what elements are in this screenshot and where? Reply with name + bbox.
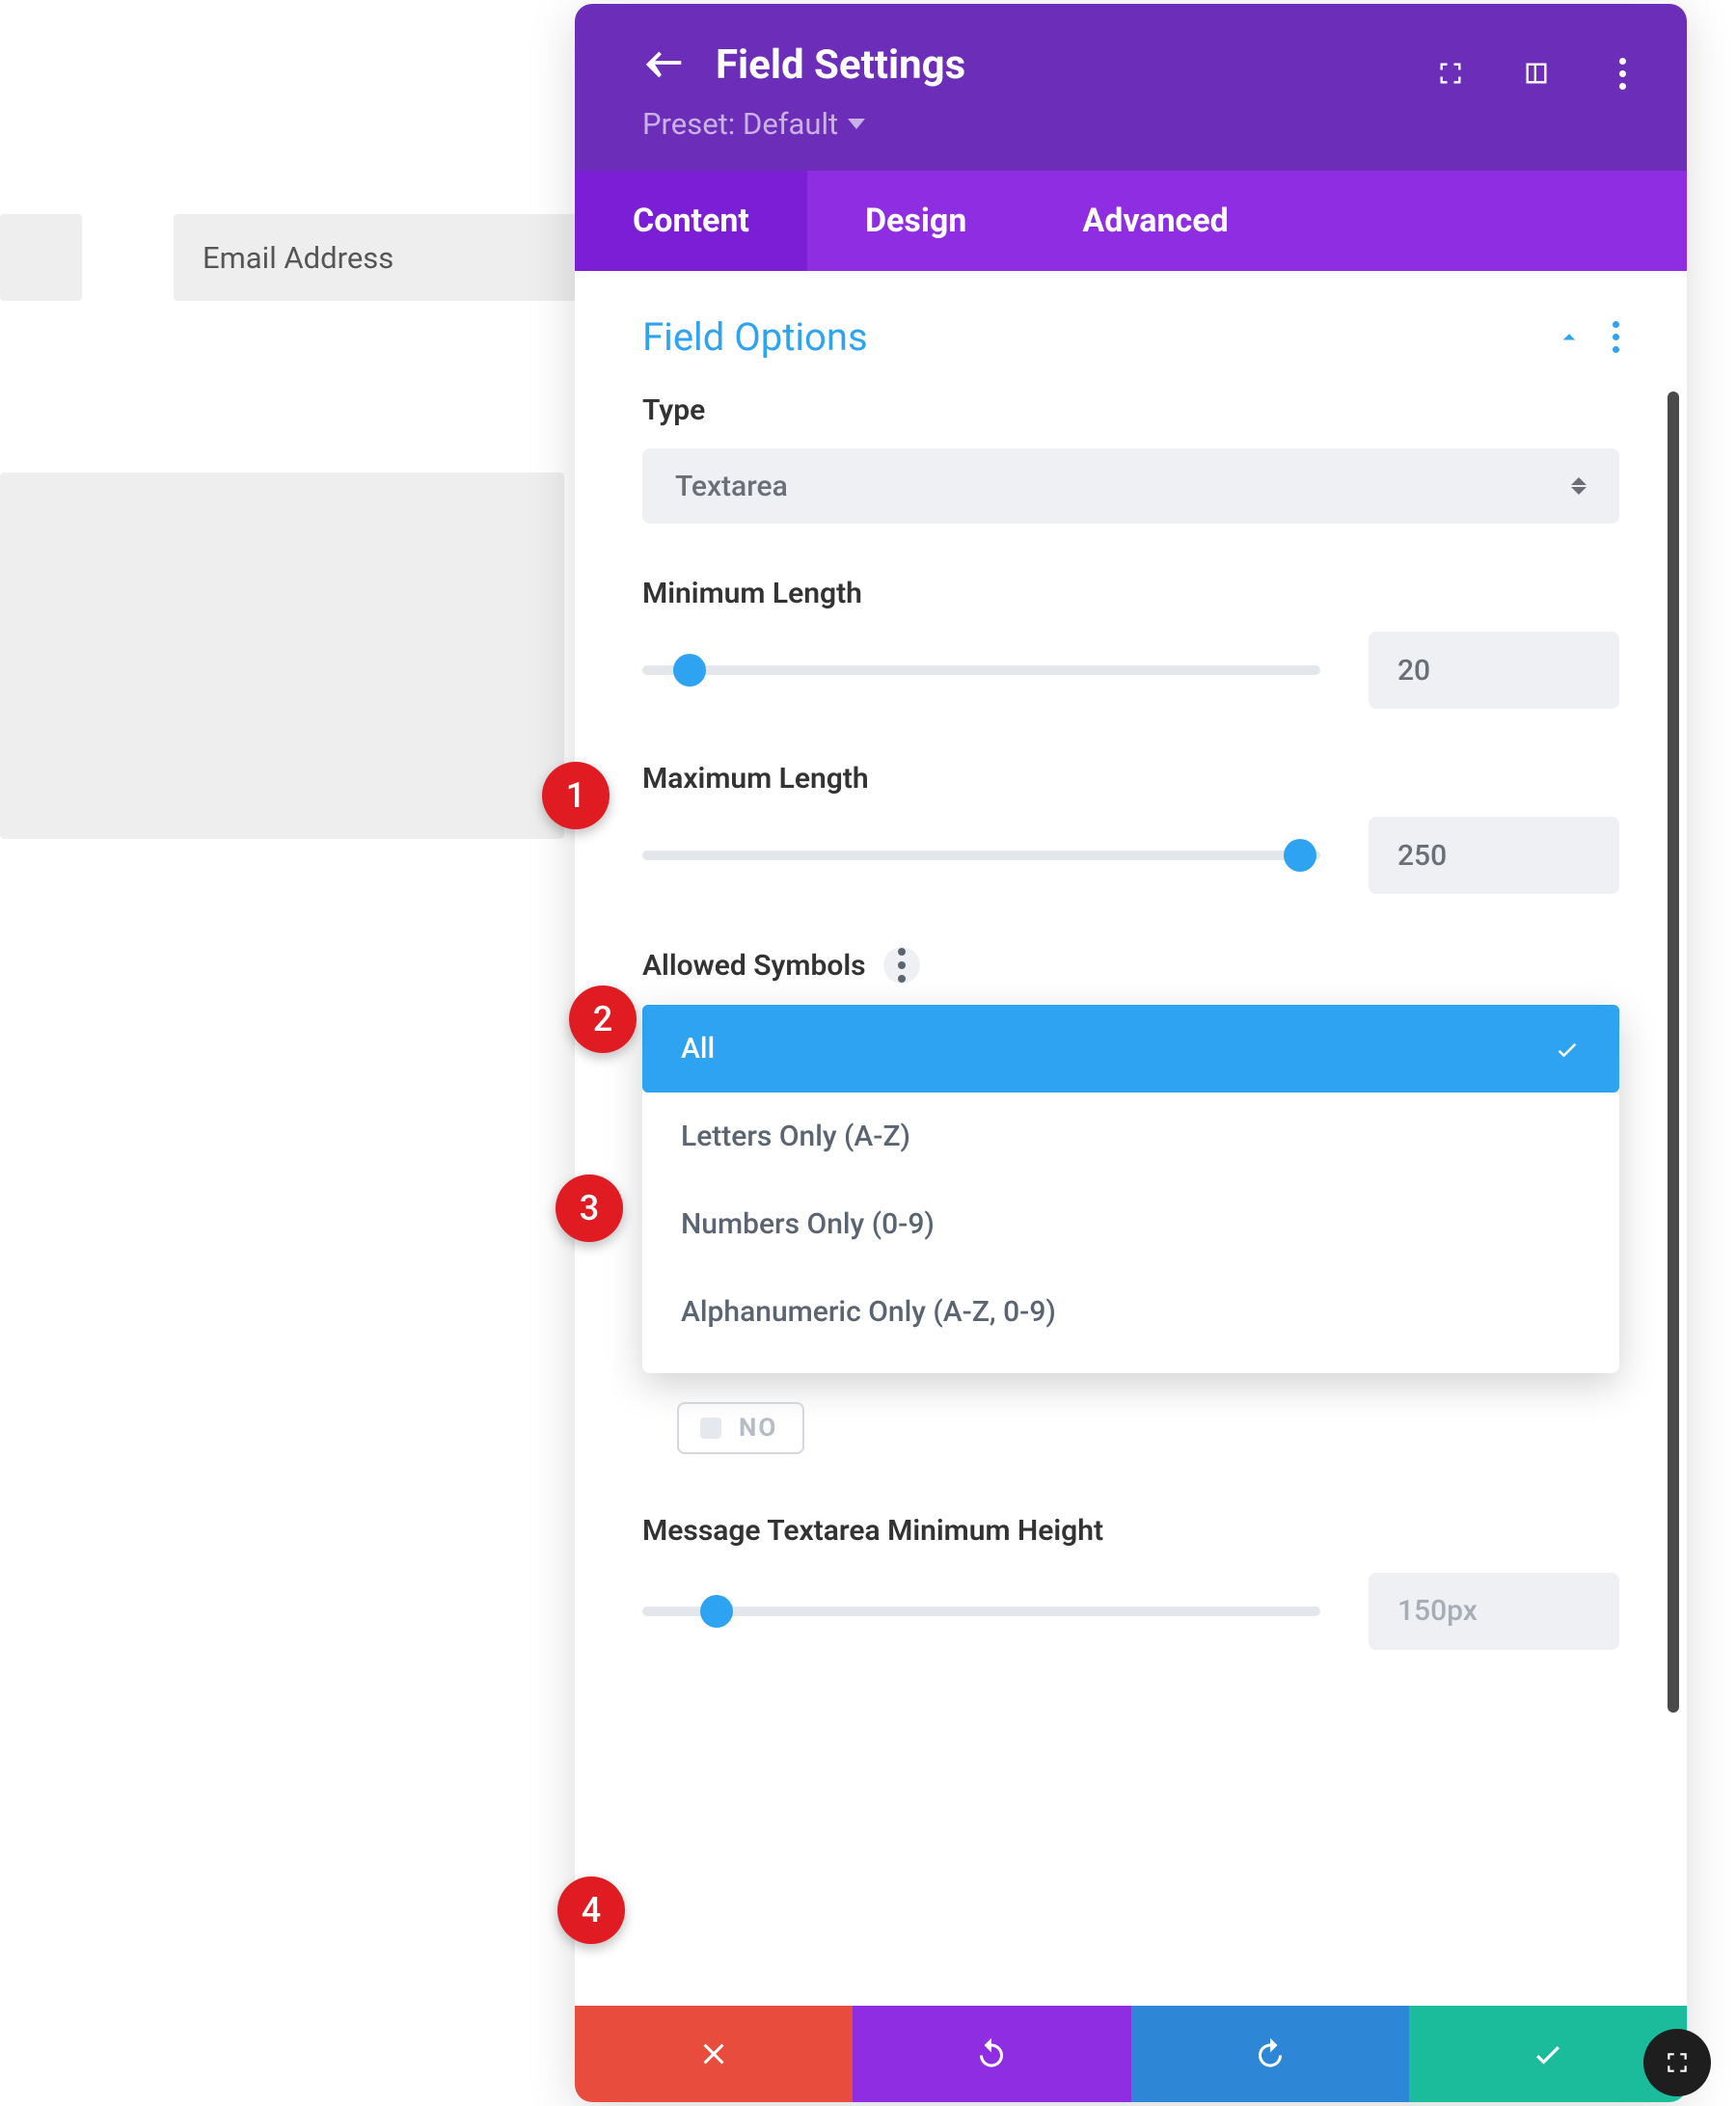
- callout-4: 4: [557, 1876, 625, 1944]
- min-length-label: Minimum Length: [642, 577, 1619, 610]
- section-more-icon[interactable]: [1613, 321, 1619, 353]
- section-header[interactable]: Field Options: [642, 314, 1619, 360]
- check-icon: [1531, 2037, 1565, 2071]
- redo-button[interactable]: [1131, 2006, 1409, 2102]
- type-value: Textarea: [675, 470, 788, 503]
- symbols-option-letters[interactable]: Letters Only (A-Z): [642, 1093, 1619, 1180]
- close-icon: [696, 2037, 731, 2071]
- symbols-option-all[interactable]: All: [642, 1005, 1619, 1093]
- min-length-slider[interactable]: [642, 659, 1320, 682]
- preset-label: Preset: Default: [642, 106, 838, 142]
- more-icon[interactable]: [1606, 57, 1639, 90]
- chevron-up-icon[interactable]: [1555, 323, 1584, 352]
- toggle-no[interactable]: NO: [677, 1402, 804, 1454]
- resize-handle[interactable]: [1643, 2029, 1711, 2096]
- settings-panel: Field Settings Preset: Default Content D…: [575, 4, 1687, 2102]
- undo-icon: [974, 2037, 1009, 2071]
- email-placeholder: Email Address: [203, 240, 393, 276]
- cancel-button[interactable]: [575, 2006, 853, 2102]
- preset-selector[interactable]: Preset: Default: [642, 106, 1629, 142]
- min-length-value[interactable]: 20: [1369, 632, 1619, 709]
- header-actions: [1434, 57, 1639, 90]
- min-height-slider[interactable]: [642, 1600, 1320, 1623]
- allowed-symbols-dropdown: All Letters Only (A-Z) Numbers Only (0-9…: [642, 1005, 1619, 1373]
- bg-form-field: [0, 214, 82, 301]
- section-title: Field Options: [642, 314, 868, 360]
- check-icon: [1554, 1036, 1581, 1063]
- type-label: Type: [642, 393, 1619, 427]
- callout-1: 1: [542, 762, 610, 829]
- symbols-option-numbers[interactable]: Numbers Only (0-9): [642, 1180, 1619, 1268]
- symbols-option-alnum[interactable]: Alphanumeric Only (A-Z, 0-9): [642, 1268, 1619, 1356]
- max-length-value[interactable]: 250: [1369, 817, 1619, 894]
- panel-title: Field Settings: [716, 41, 965, 89]
- panel-footer: [575, 2006, 1687, 2102]
- panel-content: Field Options Type Textarea Minimum Leng…: [575, 271, 1687, 2006]
- tab-content[interactable]: Content: [575, 171, 807, 271]
- columns-icon[interactable]: [1520, 57, 1553, 90]
- type-select[interactable]: Textarea: [642, 448, 1619, 524]
- min-height-label: Message Textarea Minimum Height: [642, 1512, 1221, 1552]
- symbols-more-icon[interactable]: [898, 948, 906, 983]
- email-input-bg[interactable]: Email Address: [174, 214, 588, 301]
- min-height-value[interactable]: 150px: [1369, 1573, 1619, 1650]
- tabs: Content Design Advanced: [575, 171, 1687, 271]
- back-icon[interactable]: [642, 40, 687, 89]
- panel-header: Field Settings Preset: Default: [575, 4, 1687, 171]
- tab-advanced[interactable]: Advanced: [1024, 171, 1286, 271]
- redo-icon: [1253, 2037, 1288, 2071]
- callout-3: 3: [556, 1174, 623, 1242]
- allowed-symbols-label: Allowed Symbols: [642, 947, 1619, 984]
- tab-design[interactable]: Design: [807, 171, 1024, 271]
- textarea-bg[interactable]: [0, 472, 564, 839]
- scrollbar[interactable]: [1668, 392, 1679, 1713]
- undo-button[interactable]: [853, 2006, 1130, 2102]
- callout-2: 2: [569, 986, 637, 1053]
- chevron-down-icon: [848, 119, 865, 129]
- max-length-slider[interactable]: [642, 844, 1320, 867]
- max-length-label: Maximum Length: [642, 762, 1619, 796]
- sort-icon: [1571, 477, 1587, 495]
- expand-icon[interactable]: [1434, 57, 1467, 90]
